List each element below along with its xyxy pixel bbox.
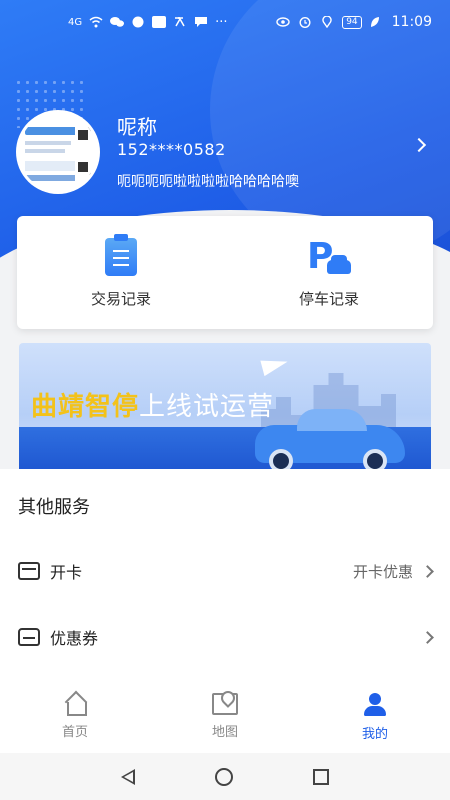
tab-home[interactable]: 首页 — [0, 683, 150, 753]
wifi-icon — [89, 16, 103, 28]
banner-title: 曲靖智停上线试运营 — [31, 386, 274, 423]
paper-plane-icon — [260, 353, 290, 377]
leaf-icon — [370, 16, 384, 28]
back-icon[interactable] — [121, 768, 135, 785]
translate-icon — [173, 16, 187, 28]
map-icon — [212, 693, 238, 715]
status-left: 4G ··· — [68, 15, 228, 30]
home-circle-icon[interactable] — [215, 767, 233, 786]
avatar[interactable] — [16, 110, 100, 194]
tab-home-label: 首页 — [61, 725, 88, 740]
bottom-tab-bar: 首页 地图 我的 — [0, 683, 450, 753]
open-card-promo: 开卡优惠 — [352, 562, 413, 581]
parking-records-button[interactable]: P 停车记录 — [225, 216, 433, 329]
tab-mine-label: 我的 — [361, 727, 388, 742]
alarm-icon — [298, 16, 312, 29]
eye-icon — [276, 16, 290, 28]
profile-signature: 呃呃呃呃啦啦啦啦哈哈哈哈噢 — [117, 174, 299, 190]
more-icon: ··· — [215, 14, 228, 30]
telegram-icon — [152, 16, 167, 28]
qr-code-icon — [75, 127, 91, 143]
home-icon — [63, 693, 87, 716]
open-card-label: 开卡 — [50, 563, 83, 582]
quick-actions-card: 交易记录 P 停车记录 — [17, 216, 433, 329]
parking-icon: P — [307, 238, 351, 276]
transaction-records-button[interactable]: 交易记录 — [17, 216, 225, 329]
system-navigation-bar — [0, 753, 450, 800]
car-illustration — [255, 409, 405, 473]
battery-indicator: 94 — [342, 15, 362, 29]
promo-banner[interactable]: 曲靖智停上线试运营 — [19, 343, 431, 473]
profile-phone: 152****0582 — [117, 140, 226, 159]
recent-apps-icon[interactable] — [313, 768, 329, 785]
tab-mine[interactable]: 我的 — [300, 683, 450, 753]
wechat-icon — [110, 16, 125, 28]
banner-title-highlight: 曲靖智停 — [31, 392, 140, 422]
tab-map-label: 地图 — [211, 725, 238, 740]
coupon-row[interactable]: 优惠券 — [0, 609, 450, 665]
message-icon — [194, 16, 208, 28]
status-bar: 4G ··· 94 11:09 — [0, 0, 450, 44]
tab-map[interactable]: 地图 — [150, 683, 300, 753]
app-icon — [131, 16, 145, 28]
card-icon — [18, 562, 40, 580]
user-icon — [362, 693, 388, 717]
status-right: 94 11:09 — [276, 14, 432, 30]
chevron-right-icon — [421, 630, 434, 644]
chevron-right-icon — [421, 564, 434, 578]
coupon-icon — [18, 628, 40, 646]
qr-code-icon — [75, 159, 91, 175]
coupon-label: 优惠券 — [50, 629, 99, 648]
open-card-row[interactable]: 开卡 开卡优惠 — [0, 543, 450, 599]
banner-title-rest: 上线试运营 — [139, 392, 275, 422]
profile-nickname: 呢称 — [117, 115, 157, 139]
transaction-records-label: 交易记录 — [90, 290, 151, 308]
signal-icon: 4G — [68, 16, 83, 28]
transaction-icon — [105, 234, 137, 276]
parking-records-label: 停车记录 — [298, 290, 359, 308]
clock: 11:09 — [391, 14, 432, 30]
location-icon — [320, 15, 334, 29]
section-title: 其他服务 — [18, 497, 90, 518]
